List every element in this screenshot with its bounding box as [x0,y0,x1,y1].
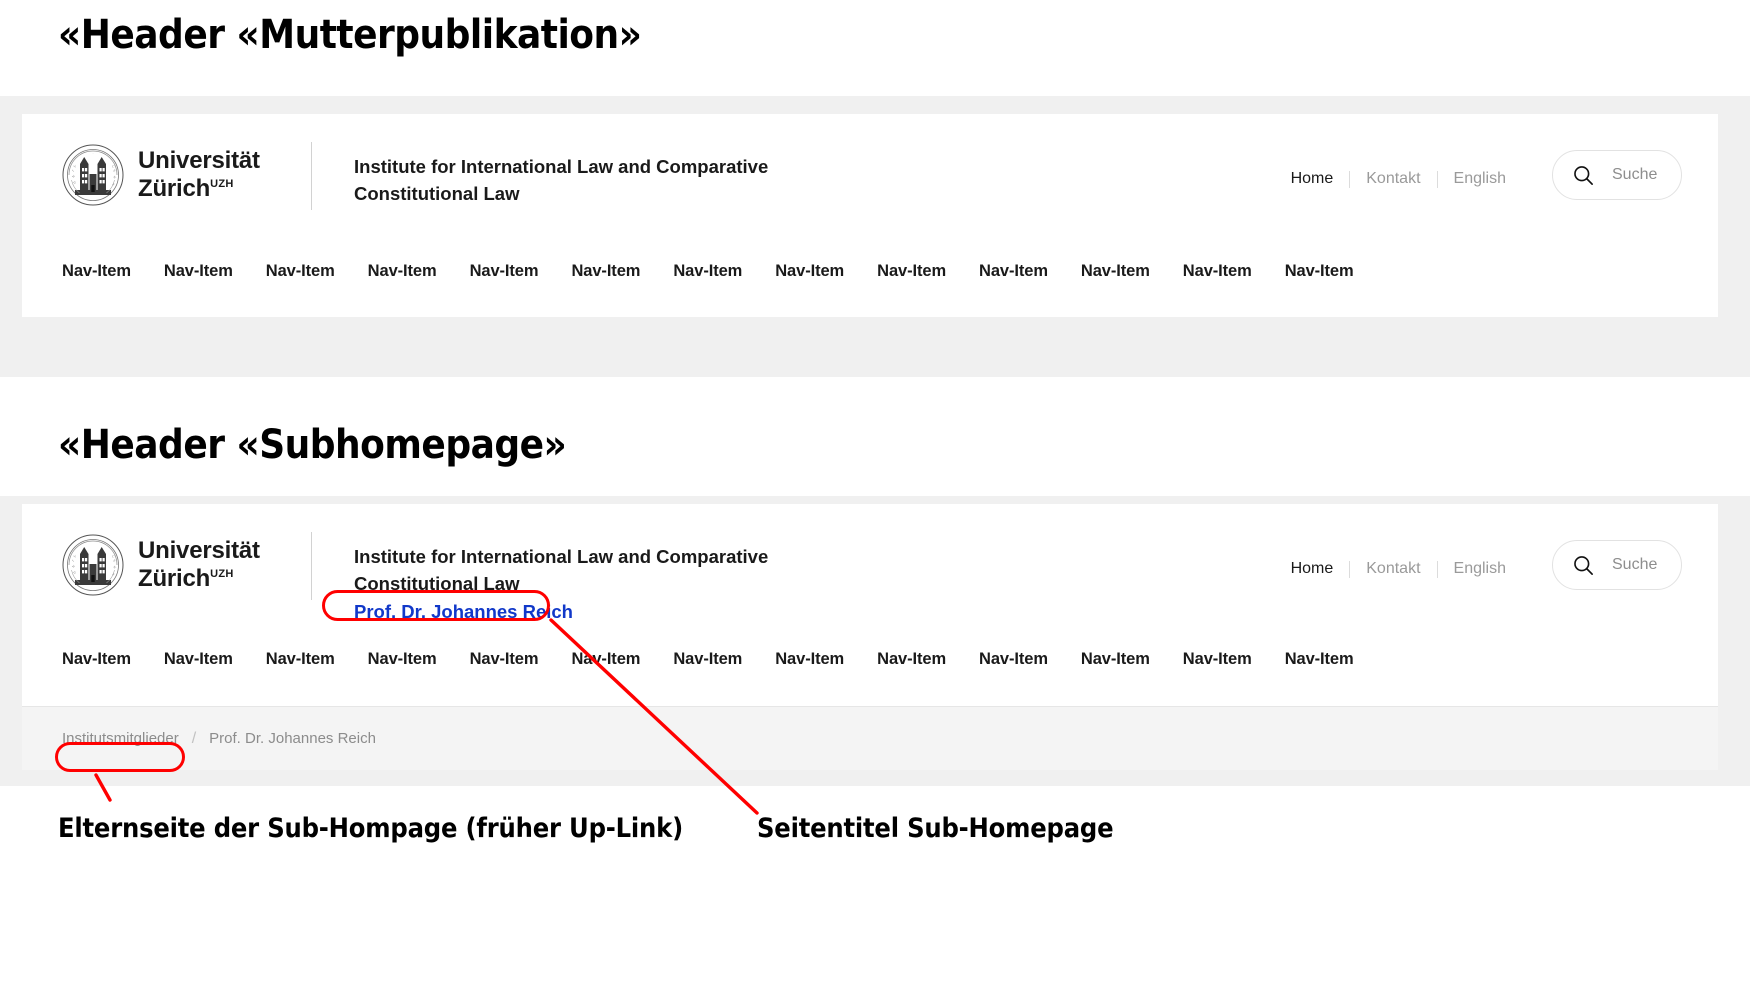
parent-main-nav: Nav-Item Nav-Item Nav-Item Nav-Item Nav-… [22,262,1718,281]
sub-header-card: U N I V S N E C Universität ZürichUZH In… [22,504,1718,770]
meta-link-kontakt[interactable]: Kontakt [1350,560,1436,578]
nav-item[interactable]: Nav-Item [1285,650,1354,669]
uzh-wordmark: Universität ZürichUZH [138,537,260,593]
search-icon [1574,165,1593,185]
meta-link-home[interactable]: Home [1291,170,1350,188]
nav-item[interactable]: Nav-Item [1183,262,1252,281]
parent-meta-links: Home Kontakt English [1291,170,1522,188]
sub-search-label: Suche [1612,556,1658,573]
uzh-logo[interactable]: U N I V S N E C Universität ZürichUZH [62,534,260,596]
svg-text:·: · [92,152,93,156]
page-root: «Header «Mutterpublikation» · U N I V S … [0,0,1750,1000]
sub-homepage-page-title[interactable]: Prof. Dr. Johannes Reich [354,598,784,626]
nav-item[interactable]: Nav-Item [979,650,1048,669]
search-icon [1574,555,1593,575]
uzh-wordmark-superscript: UZH [210,178,234,190]
uzh-seal-icon: · U N I V S N E C [62,144,124,206]
uzh-wordmark-line1: Universität [138,146,260,174]
nav-item[interactable]: Nav-Item [368,262,437,281]
annotation-heading-mutterpublikation: «Header «Mutterpublikation» [58,12,642,58]
parent-header-top-row: · U N I V S N E C Universität ZürichUZH … [22,114,1718,242]
nav-item[interactable]: Nav-Item [1285,262,1354,281]
breadcrumb-parent-link[interactable]: Institutsmitglieder [62,730,179,747]
uzh-seal-icon: U N I V S N E C [62,534,124,596]
logo-divider [311,142,312,210]
nav-item[interactable]: Nav-Item [62,262,131,281]
nav-item[interactable]: Nav-Item [1081,262,1150,281]
nav-item[interactable]: Nav-Item [62,650,131,669]
nav-item[interactable]: Nav-Item [571,262,640,281]
nav-item[interactable]: Nav-Item [775,650,844,669]
meta-link-kontakt[interactable]: Kontakt [1350,170,1436,188]
nav-item[interactable]: Nav-Item [1183,650,1252,669]
uzh-wordmark: Universität ZürichUZH [138,147,260,203]
uzh-wordmark-superscript: UZH [210,568,234,580]
uzh-wordmark-line2: Zürich [138,565,211,592]
nav-item[interactable]: Nav-Item [470,650,539,669]
parent-search-label: Suche [1612,166,1658,183]
nav-item[interactable]: Nav-Item [775,262,844,281]
nav-item[interactable]: Nav-Item [571,650,640,669]
nav-item[interactable]: Nav-Item [877,262,946,281]
parent-institute-name: Institute for International Law and Comp… [354,154,784,208]
nav-item[interactable]: Nav-Item [673,262,742,281]
nav-item[interactable]: Nav-Item [164,650,233,669]
parent-search-button[interactable]: Suche [1552,150,1682,200]
nav-item[interactable]: Nav-Item [470,262,539,281]
meta-link-english[interactable]: English [1438,170,1522,188]
uzh-wordmark-line1: Universität [138,536,260,564]
sub-institute-name: Institute for International Law and Comp… [354,544,784,625]
sub-institute-line1: Institute for International Law and Comp… [354,546,769,567]
parent-header-card: · U N I V S N E C Universität ZürichUZH … [22,114,1718,317]
breadcrumb-current: Prof. Dr. Johannes Reich [209,730,376,747]
annotation-heading-subhomepage: «Header «Subhomepage» [58,422,567,468]
logo-divider [311,532,312,600]
meta-link-english[interactable]: English [1438,560,1522,578]
annotation-caption-page-title: Seitentitel Sub-Homepage [757,813,1114,844]
sub-institute-line2: Constitutional Law [354,572,520,594]
sub-header-top-row: U N I V S N E C Universität ZürichUZH In… [22,504,1718,632]
sub-main-nav: Nav-Item Nav-Item Nav-Item Nav-Item Nav-… [22,650,1718,669]
parent-institute-line2: Constitutional Law [354,182,520,204]
uzh-wordmark-line2: Zürich [138,175,211,202]
sub-meta-links: Home Kontakt English [1291,560,1522,578]
nav-item[interactable]: Nav-Item [673,650,742,669]
annotation-caption-parent-page: Elternseite der Sub-Hompage (früher Up-L… [58,813,683,844]
nav-item[interactable]: Nav-Item [979,262,1048,281]
nav-item[interactable]: Nav-Item [266,650,335,669]
uzh-logo[interactable]: · U N I V S N E C Universität ZürichUZH [62,144,260,206]
nav-item[interactable]: Nav-Item [1081,650,1150,669]
breadcrumb: Institutsmitglieder / Prof. Dr. Johannes… [22,707,1718,770]
nav-item[interactable]: Nav-Item [266,262,335,281]
sub-search-button[interactable]: Suche [1552,540,1682,590]
nav-item[interactable]: Nav-Item [877,650,946,669]
breadcrumb-separator: / [191,729,197,747]
nav-item[interactable]: Nav-Item [368,650,437,669]
parent-institute-line1: Institute for International Law and Comp… [354,156,769,177]
meta-link-home[interactable]: Home [1291,560,1350,578]
nav-item[interactable]: Nav-Item [164,262,233,281]
